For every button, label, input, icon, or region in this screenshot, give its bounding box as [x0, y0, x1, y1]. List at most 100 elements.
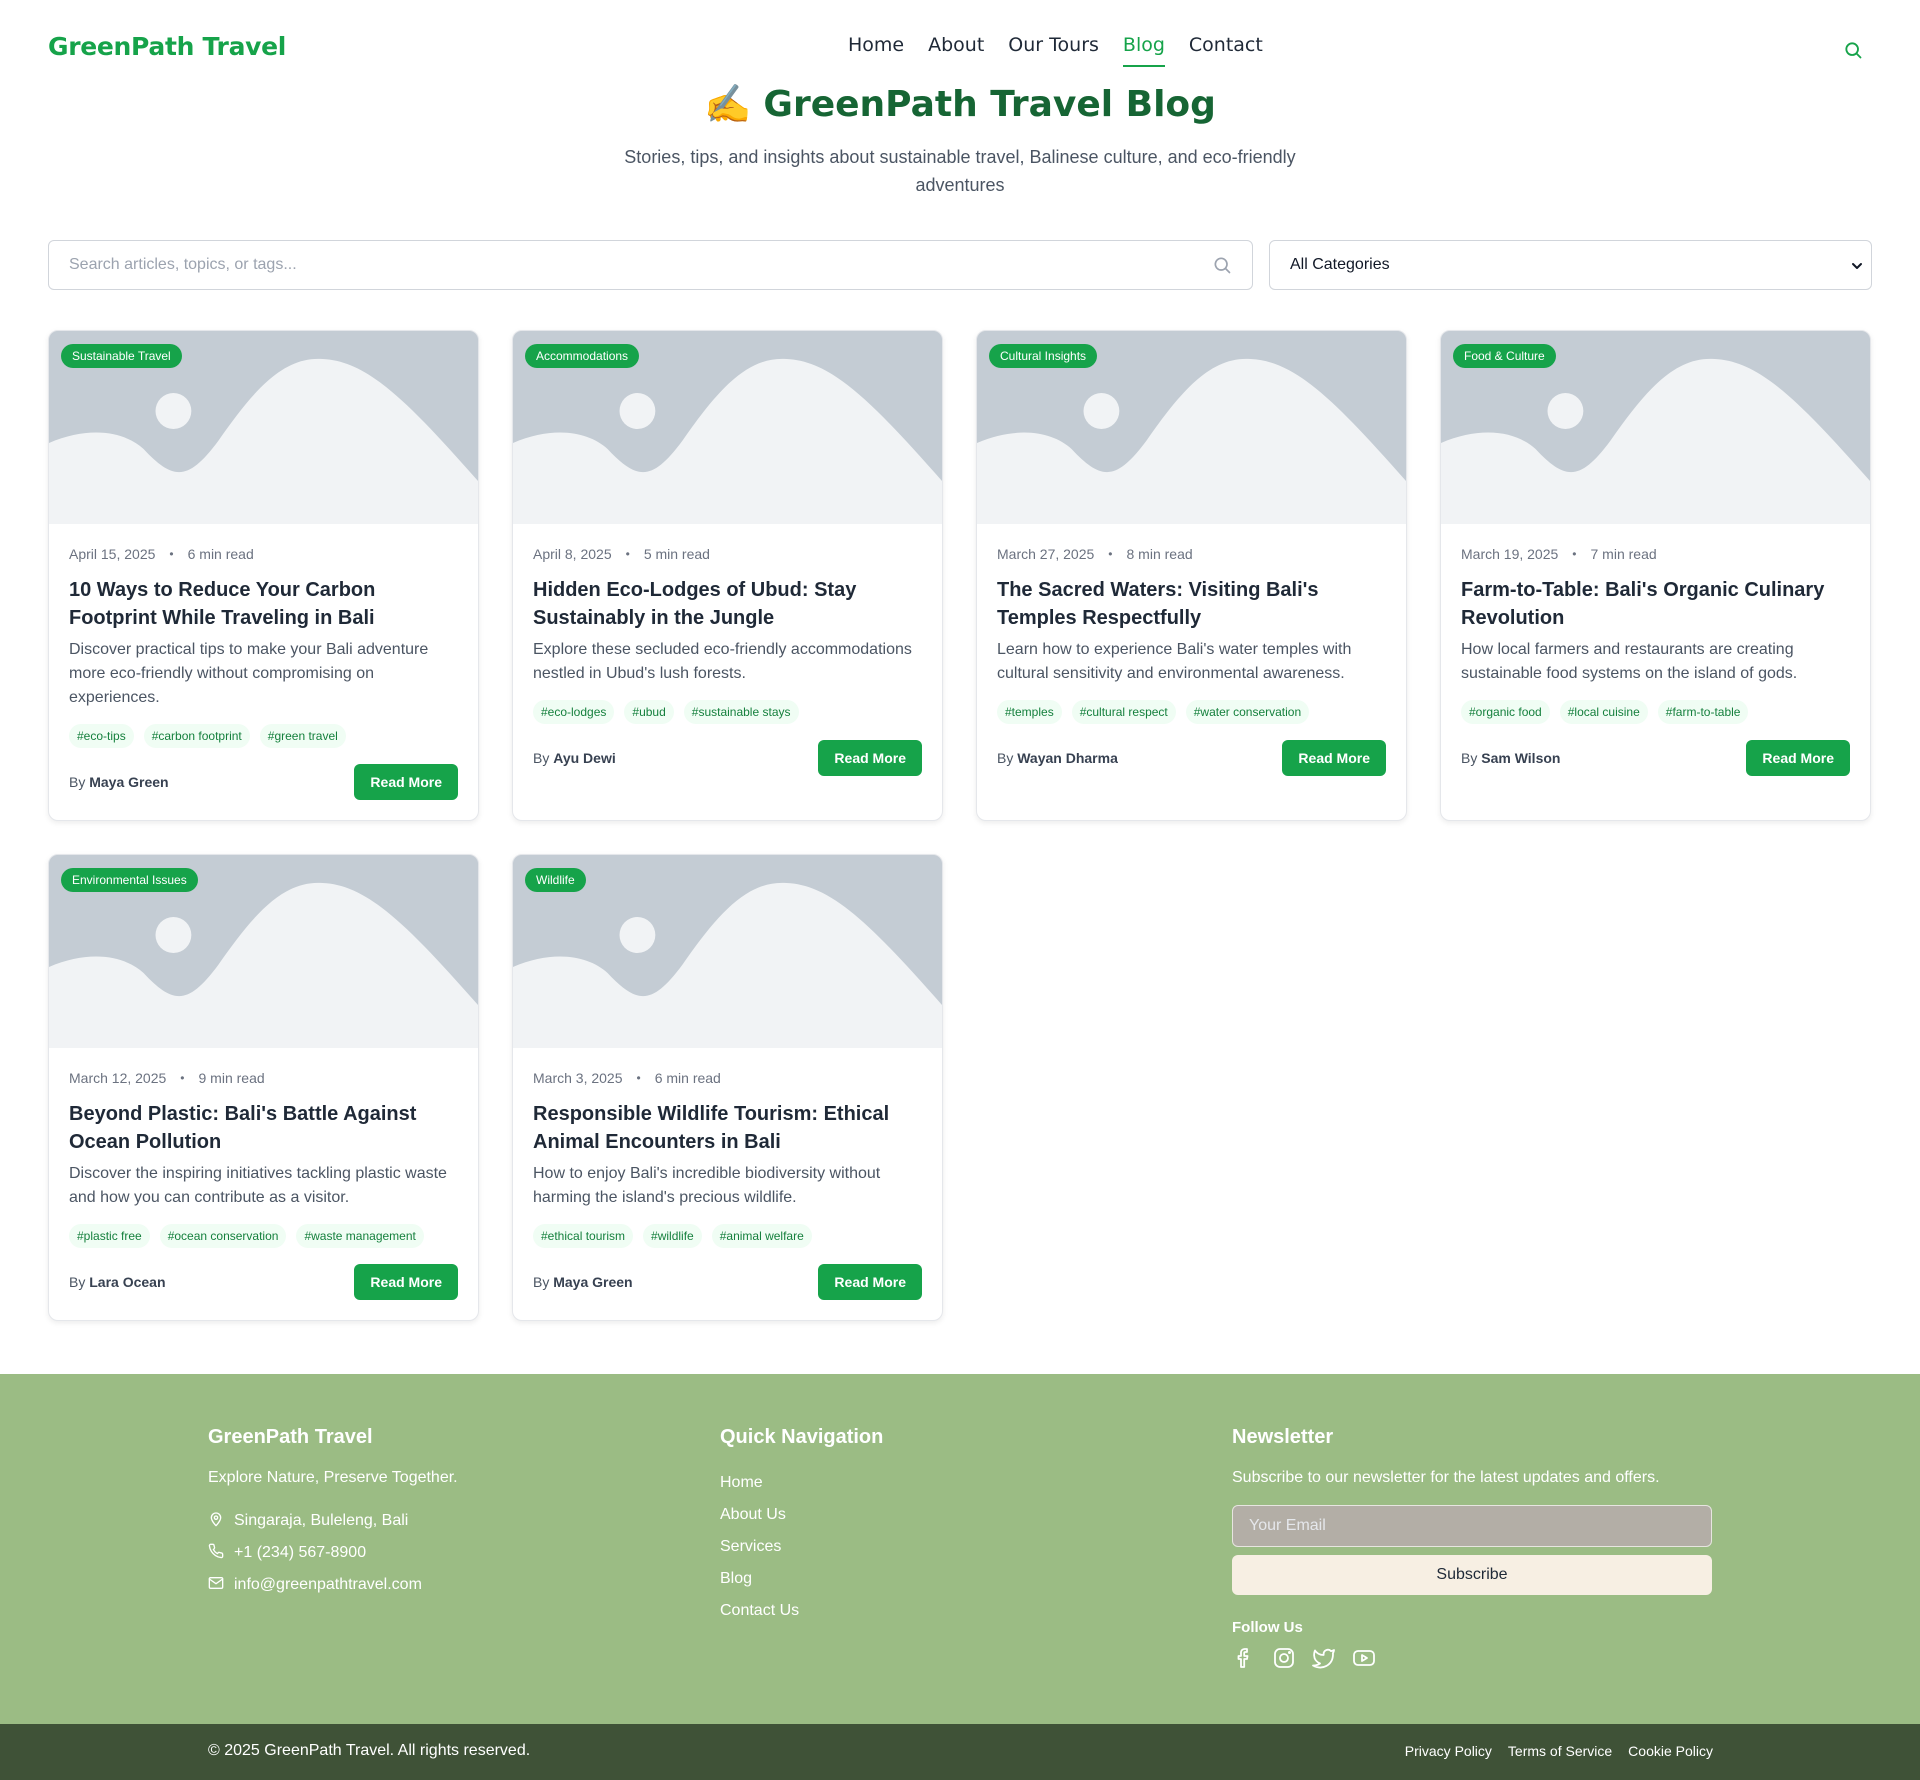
post-tag[interactable]: #wildlife	[643, 1224, 702, 1248]
read-more-button[interactable]: Read More	[1746, 740, 1850, 776]
subscribe-button[interactable]: Subscribe	[1232, 1555, 1712, 1595]
nav-contact[interactable]: Contact	[1189, 34, 1263, 67]
post-image-placeholder[interactable]: Cultural Insights	[977, 331, 1406, 524]
copyright: © 2025 GreenPath Travel. All rights rese…	[208, 1742, 531, 1759]
post-tag[interactable]: #green travel	[259, 724, 346, 748]
post-tag[interactable]: #sustainable stays	[683, 700, 799, 724]
cookie-policy-link[interactable]: Cookie Policy	[1628, 1743, 1713, 1759]
footer-brand-title: GreenPath Travel	[208, 1426, 373, 1448]
footer-link-contact[interactable]: Contact Us	[720, 1595, 883, 1627]
chevron-down-icon	[1851, 259, 1863, 271]
post-tag[interactable]: #ethical tourism	[533, 1224, 634, 1248]
category-badge[interactable]: Sustainable Travel	[61, 344, 182, 368]
read-time: 8 min read	[1126, 546, 1193, 562]
post-image-placeholder[interactable]: Accommodations	[513, 331, 942, 524]
post-tag[interactable]: #waste management	[296, 1224, 424, 1248]
post-image-placeholder[interactable]: Wildlife	[513, 855, 942, 1048]
category-badge[interactable]: Wildlife	[525, 868, 586, 892]
newsletter-text: Subscribe to our newsletter for the late…	[1232, 1469, 1660, 1486]
article-search	[48, 240, 1253, 290]
youtube-icon[interactable]	[1352, 1646, 1376, 1670]
post-meta: March 3, 2025 • 6 min read	[533, 1070, 922, 1086]
post-title[interactable]: 10 Ways to Reduce Your Carbon Footprint …	[69, 576, 458, 632]
footer-link-home[interactable]: Home	[720, 1467, 883, 1499]
post-card-3: Cultural Insights March 27, 2025 • 8 min…	[976, 330, 1407, 821]
post-tags: #organic food #local cuisine #farm-to-tabl…	[1461, 700, 1850, 724]
post-title[interactable]: Hidden Eco-Lodges of Ubud: Stay Sustaina…	[533, 576, 922, 632]
post-title[interactable]: The Sacred Waters: Visiting Bali's Templ…	[997, 576, 1386, 632]
footer-link-blog[interactable]: Blog	[720, 1563, 883, 1595]
post-tag[interactable]: #ubud	[624, 700, 674, 724]
search-icon[interactable]	[1843, 40, 1863, 60]
post-title[interactable]: Beyond Plastic: Bali's Battle Against Oc…	[69, 1100, 458, 1156]
twitter-icon[interactable]	[1312, 1646, 1336, 1670]
post-tag[interactable]: #plastic free	[69, 1224, 150, 1248]
post-tag[interactable]: #organic food	[1461, 700, 1550, 724]
site-footer: GreenPath Travel Explore Nature, Preserv…	[0, 1374, 1920, 1724]
quick-nav-title: Quick Navigation	[720, 1426, 884, 1448]
meta-separator: •	[625, 547, 630, 561]
post-tag[interactable]: #carbon footprint	[143, 724, 250, 748]
social-links	[1232, 1646, 1712, 1670]
post-author: By Ayu Dewi	[533, 750, 616, 766]
nav-our-tours[interactable]: Our Tours	[1008, 34, 1099, 67]
post-title[interactable]: Farm-to-Table: Bali's Organic Culinary R…	[1461, 576, 1850, 632]
post-title[interactable]: Responsible Wildlife Tourism: Ethical An…	[533, 1100, 922, 1156]
nav-about[interactable]: About	[928, 34, 984, 67]
site-logo[interactable]: GreenPath Travel	[48, 32, 286, 61]
footer-link-services[interactable]: Services	[720, 1531, 883, 1563]
post-excerpt: Discover practical tips to make your Bal…	[69, 641, 429, 706]
post-tag[interactable]: #temples	[997, 700, 1062, 724]
post-tag[interactable]: #cultural respect	[1071, 700, 1176, 724]
footer-link-about[interactable]: About Us	[720, 1499, 883, 1531]
category-badge[interactable]: Food & Culture	[1453, 344, 1556, 368]
post-image-placeholder[interactable]: Environmental Issues	[49, 855, 478, 1048]
post-card-1: Sustainable Travel April 15, 2025 • 6 mi…	[48, 330, 479, 821]
post-image-placeholder[interactable]: Food & Culture	[1441, 331, 1870, 524]
post-tag[interactable]: #local cuisine	[1559, 700, 1648, 724]
terms-link[interactable]: Terms of Service	[1508, 1743, 1612, 1759]
category-badge[interactable]: Accommodations	[525, 344, 640, 368]
post-author: By Lara Ocean	[69, 1274, 166, 1290]
read-more-button[interactable]: Read More	[354, 764, 458, 800]
nav-blog[interactable]: Blog	[1122, 34, 1165, 67]
footer-newsletter: Newsletter Subscribe to our newsletter f…	[1232, 1426, 1712, 1670]
read-more-button[interactable]: Read More	[354, 1264, 458, 1300]
article-search-input[interactable]	[69, 256, 1212, 274]
footer-phone[interactable]: +1 (234) 567-8900	[208, 1537, 458, 1569]
post-excerpt: Discover the inspiring initiatives tackl…	[69, 1165, 447, 1206]
instagram-icon[interactable]	[1272, 1646, 1296, 1670]
footer-brand: GreenPath Travel Explore Nature, Preserv…	[208, 1426, 458, 1601]
meta-separator: •	[1572, 547, 1577, 561]
follow-us-label: Follow Us	[1232, 1619, 1303, 1636]
read-more-button[interactable]: Read More	[818, 1264, 922, 1300]
read-more-button[interactable]: Read More	[818, 740, 922, 776]
post-author: By Sam Wilson	[1461, 750, 1561, 766]
phone-icon	[208, 1543, 224, 1564]
newsletter-email-input[interactable]: Your Email	[1232, 1505, 1712, 1547]
post-tag[interactable]: #ocean conservation	[159, 1224, 287, 1248]
post-tags: #temples #cultural respect #water conserva…	[997, 700, 1386, 724]
search-icon[interactable]	[1212, 255, 1232, 275]
category-select[interactable]: All Categories	[1269, 240, 1872, 290]
post-date: April 15, 2025	[69, 546, 156, 562]
read-more-button[interactable]: Read More	[1282, 740, 1386, 776]
category-badge[interactable]: Cultural Insights	[989, 344, 1098, 368]
mail-icon	[208, 1575, 224, 1596]
post-tag[interactable]: #farm-to-table	[1657, 700, 1749, 724]
post-tag[interactable]: #animal welfare	[711, 1224, 812, 1248]
post-tag[interactable]: #eco-lodges	[533, 700, 615, 724]
post-image-placeholder[interactable]: Sustainable Travel	[49, 331, 478, 524]
footer-email[interactable]: info@greenpathtravel.com	[208, 1569, 458, 1601]
post-tag[interactable]: #water conservation	[1185, 700, 1310, 724]
newsletter-title: Newsletter	[1232, 1426, 1334, 1448]
nav-home[interactable]: Home	[848, 34, 904, 67]
facebook-icon[interactable]	[1232, 1646, 1256, 1670]
privacy-policy-link[interactable]: Privacy Policy	[1405, 1743, 1492, 1759]
post-tags: #eco-tips #carbon footprint #green travel	[69, 724, 458, 748]
meta-separator: •	[636, 1071, 641, 1085]
post-tag[interactable]: #eco-tips	[69, 724, 134, 748]
post-date: April 8, 2025	[533, 546, 612, 562]
category-badge[interactable]: Environmental Issues	[61, 868, 198, 892]
post-meta: April 15, 2025 • 6 min read	[69, 546, 458, 562]
